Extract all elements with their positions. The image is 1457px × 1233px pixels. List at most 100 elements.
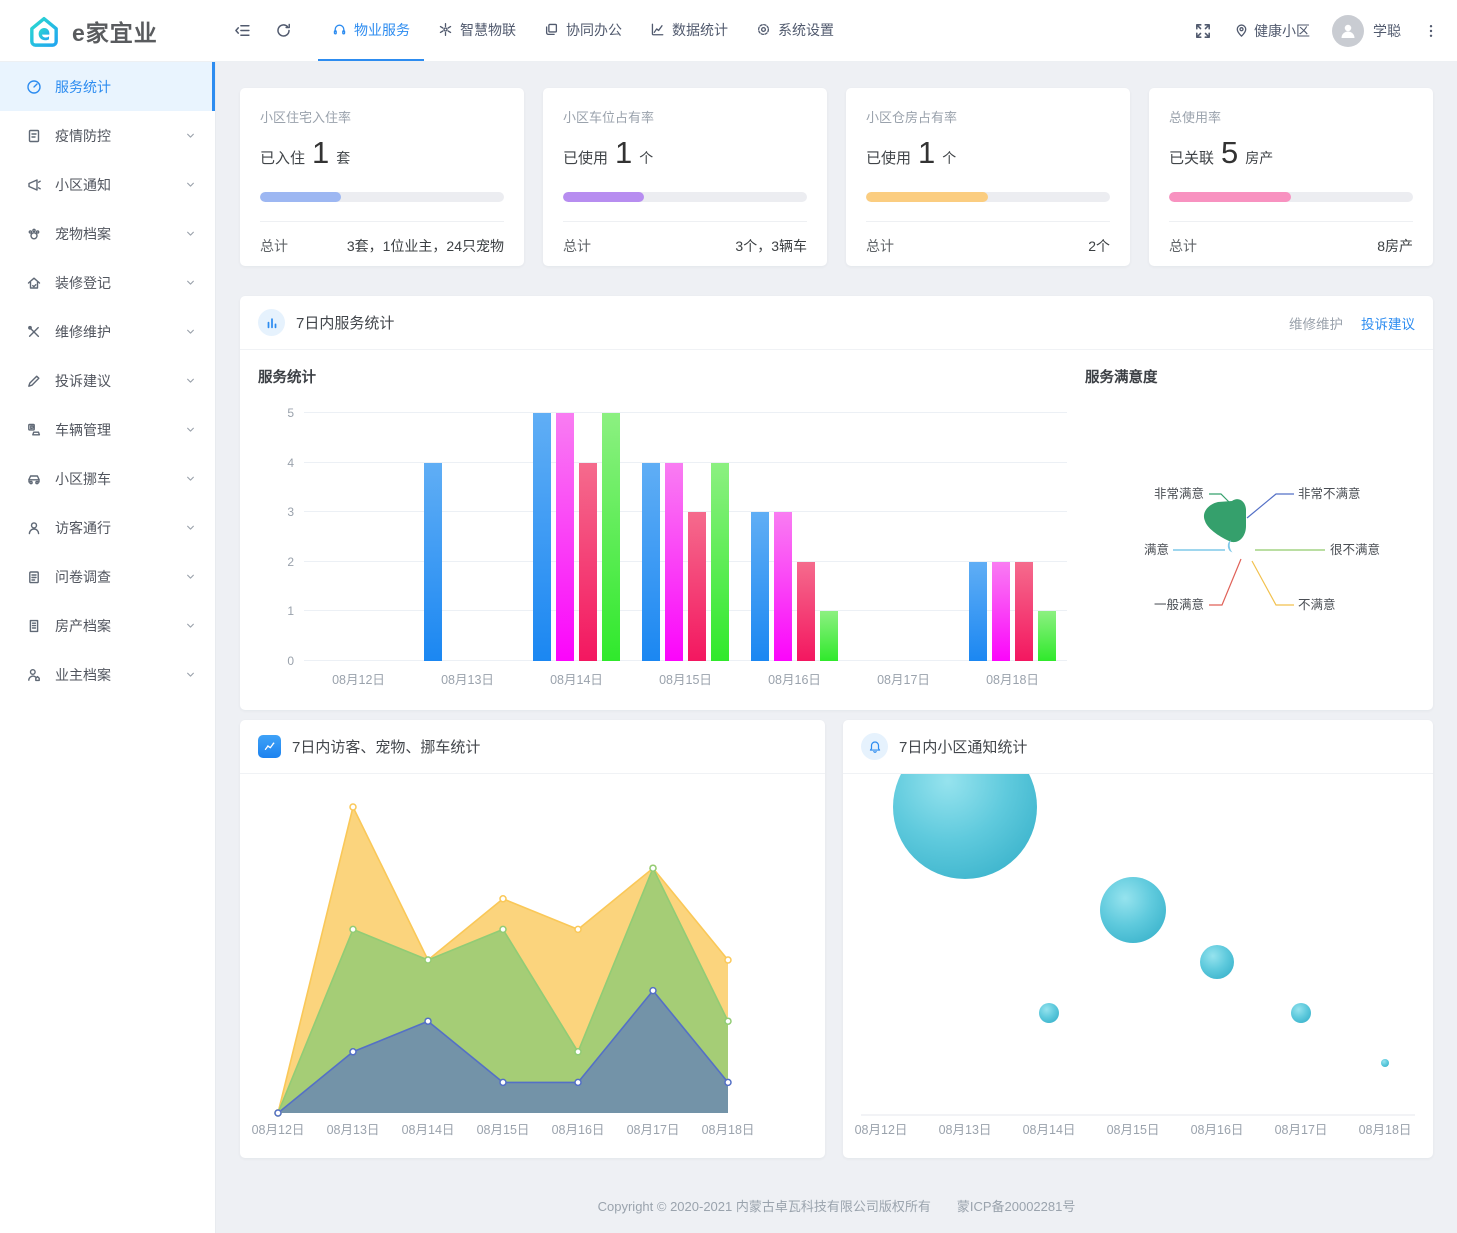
bar-series-2 xyxy=(665,462,683,661)
bar-series-2 xyxy=(774,512,792,661)
bar-group-08月13日 xyxy=(413,413,522,661)
sidebar-item-vehicles[interactable]: 车辆管理 xyxy=(0,405,215,454)
pie-slice-very-satisfied xyxy=(1203,499,1246,543)
pie-label-satisfied: 满意 xyxy=(1144,542,1169,557)
sidebar-item-renovation[interactable]: 装修登记 xyxy=(0,258,215,307)
chevron-down-icon xyxy=(184,570,197,583)
bar-series-2 xyxy=(992,561,1010,661)
sidebar-item-label: 投诉建议 xyxy=(55,372,111,389)
pie-label-neutral: 一般满意 xyxy=(1154,597,1204,612)
edit-icon xyxy=(25,373,42,389)
x-tick-label: 08月18日 xyxy=(986,673,1039,687)
sidebar-item-move-car[interactable]: 小区挪车 xyxy=(0,454,215,503)
x-tick-label: 08月18日 xyxy=(702,1123,755,1137)
nav-item-stats[interactable]: 数据统计 xyxy=(636,0,742,61)
bar-series-1 xyxy=(751,512,769,661)
chevron-down-icon xyxy=(184,276,197,289)
sidebar-item-pets[interactable]: 宠物档案 xyxy=(0,209,215,258)
community-selector[interactable]: 健康小区 xyxy=(1234,21,1310,41)
community-name: 健康小区 xyxy=(1254,22,1310,39)
bar-series-4 xyxy=(602,413,620,661)
service-panel-body: 服务统计 012345 08月12日 08月13日 08月14日 08月15日 08月1… xyxy=(240,350,1433,688)
chevron-down-icon xyxy=(184,325,197,338)
tools-icon xyxy=(25,324,42,340)
sidebar-item-label: 小区挪车 xyxy=(55,470,111,487)
x-tick-label: 08月13日 xyxy=(441,673,494,687)
x-tick-label: 08月13日 xyxy=(327,1123,380,1137)
sidebar-item-label: 服务统计 xyxy=(55,78,111,95)
card-value: 已入住 1 套 xyxy=(260,135,351,170)
bar-series-4 xyxy=(820,611,838,661)
nav-item-label: 智慧物联 xyxy=(460,21,516,38)
sidebar-item-label: 维修维护 xyxy=(55,323,111,340)
bar-group-08月17日 xyxy=(849,413,958,661)
bar-series-1 xyxy=(969,561,987,661)
bar-group-08月12日 xyxy=(304,413,413,661)
home-icon xyxy=(25,275,42,291)
main-content: 小区住宅入住率 已入住 1 套总计 3套，1位业主，24只宠物 小区车位占有率 已使用 1 个总… xyxy=(216,62,1457,1233)
bar-groups xyxy=(304,413,1067,661)
line-chart-icon xyxy=(258,735,281,758)
sidebar-item-epidemic[interactable]: 疫情防控 xyxy=(0,111,215,160)
refresh-icon[interactable] xyxy=(275,22,292,39)
sidebar-item-owner-files[interactable]: 业主档案 xyxy=(0,650,215,699)
fullscreen-icon[interactable] xyxy=(1194,22,1212,40)
panel-link-1[interactable]: 投诉建议 xyxy=(1361,313,1415,333)
bar-series-1 xyxy=(642,462,660,661)
card-progress-bar xyxy=(1169,192,1413,202)
sidebar-item-label: 业主档案 xyxy=(55,666,111,683)
satisfaction-title: 服务满意度 xyxy=(1085,370,1158,386)
bar-chart-icon xyxy=(258,309,285,336)
card-value: 已使用 1 个 xyxy=(563,135,654,170)
sidebar-item-maintenance[interactable]: 维修维护 xyxy=(0,307,215,356)
owner-icon xyxy=(25,667,42,683)
area-chart: 08月12日 08月13日 08月14日 08月15日 08月16日 08月17日 08月1… xyxy=(252,803,755,1137)
panel-title: 7日内小区通知统计 xyxy=(899,739,1028,756)
office-icon xyxy=(544,22,559,37)
card-progress-bar xyxy=(866,192,1110,202)
bar-chart-title: 服务统计 xyxy=(258,370,316,386)
bubble-08月16日 xyxy=(1200,945,1234,979)
x-tick-label: 08月12日 xyxy=(252,1123,305,1137)
nav-item-settings[interactable]: 系统设置 xyxy=(742,0,848,61)
stat-card-1: 小区车位占有率 已使用 1 个总计 3个，3辆车 xyxy=(543,88,827,266)
card-title: 总使用率 xyxy=(1169,110,1222,125)
panel-link-0[interactable]: 维修维护 xyxy=(1289,313,1343,333)
card-value: 已关联 5 房产 xyxy=(1169,135,1274,170)
headset-icon xyxy=(332,22,347,37)
nav-item-label: 协同办公 xyxy=(566,21,622,38)
sidebar-item-label: 问卷调查 xyxy=(55,568,111,585)
user-menu[interactable]: 学聪 xyxy=(1332,14,1401,47)
sidebar-item-service-stats[interactable]: 服务统计 xyxy=(0,62,215,111)
sidebar-item-visitors[interactable]: 访客通行 xyxy=(0,503,215,552)
bar-group-08月14日 xyxy=(522,413,631,661)
bubble-chart: 08月12日 08月13日 08月14日 08月15日 08月16日 08月17日 08月1… xyxy=(855,774,1415,1137)
car-icon xyxy=(25,471,42,487)
bell-icon xyxy=(861,733,888,760)
sidebar-item-survey[interactable]: 问卷调查 xyxy=(0,552,215,601)
sidebar-item-label: 小区通知 xyxy=(55,176,111,193)
bar-chart-x-axis: 08月12日 08月13日 08月14日 08月15日 08月16日 08月17日 08月1… xyxy=(304,661,1067,688)
nav-item-label: 系统设置 xyxy=(778,21,834,38)
nav-item-office[interactable]: 协同办公 xyxy=(530,0,636,61)
satisfaction-pie: 非常满意 满意 一般满意 不满意 很不满意 非常不满意 xyxy=(1144,486,1380,612)
collapse-sidebar-icon[interactable] xyxy=(234,22,251,39)
nav-item-iot[interactable]: 智慧物联 xyxy=(424,0,530,61)
chevron-down-icon xyxy=(184,129,197,142)
bar-group-08月15日 xyxy=(631,413,740,661)
sidebar-item-estate-files[interactable]: 房产档案 xyxy=(0,601,215,650)
bubble-08月18日 xyxy=(1381,1059,1389,1067)
header-tools xyxy=(216,0,292,61)
nav-item-property[interactable]: 物业服务 xyxy=(318,0,424,61)
sidebar-item-notice[interactable]: 小区通知 xyxy=(0,160,215,209)
card-total: 总计 3套，1位业主，24只宠物 xyxy=(260,238,504,254)
bar-series-3 xyxy=(688,512,706,661)
nav-item-label: 数据统计 xyxy=(672,21,728,38)
x-tick-label: 08月14日 xyxy=(402,1123,455,1137)
pie-label-very-unsatisfied: 很不满意 xyxy=(1330,542,1380,557)
sidebar-item-complaints[interactable]: 投诉建议 xyxy=(0,356,215,405)
bar-series-2 xyxy=(556,413,574,661)
more-menu-icon[interactable] xyxy=(1423,23,1439,39)
panel-title: 7日内服务统计 xyxy=(296,315,395,332)
x-tick-label: 08月14日 xyxy=(1023,1123,1076,1137)
